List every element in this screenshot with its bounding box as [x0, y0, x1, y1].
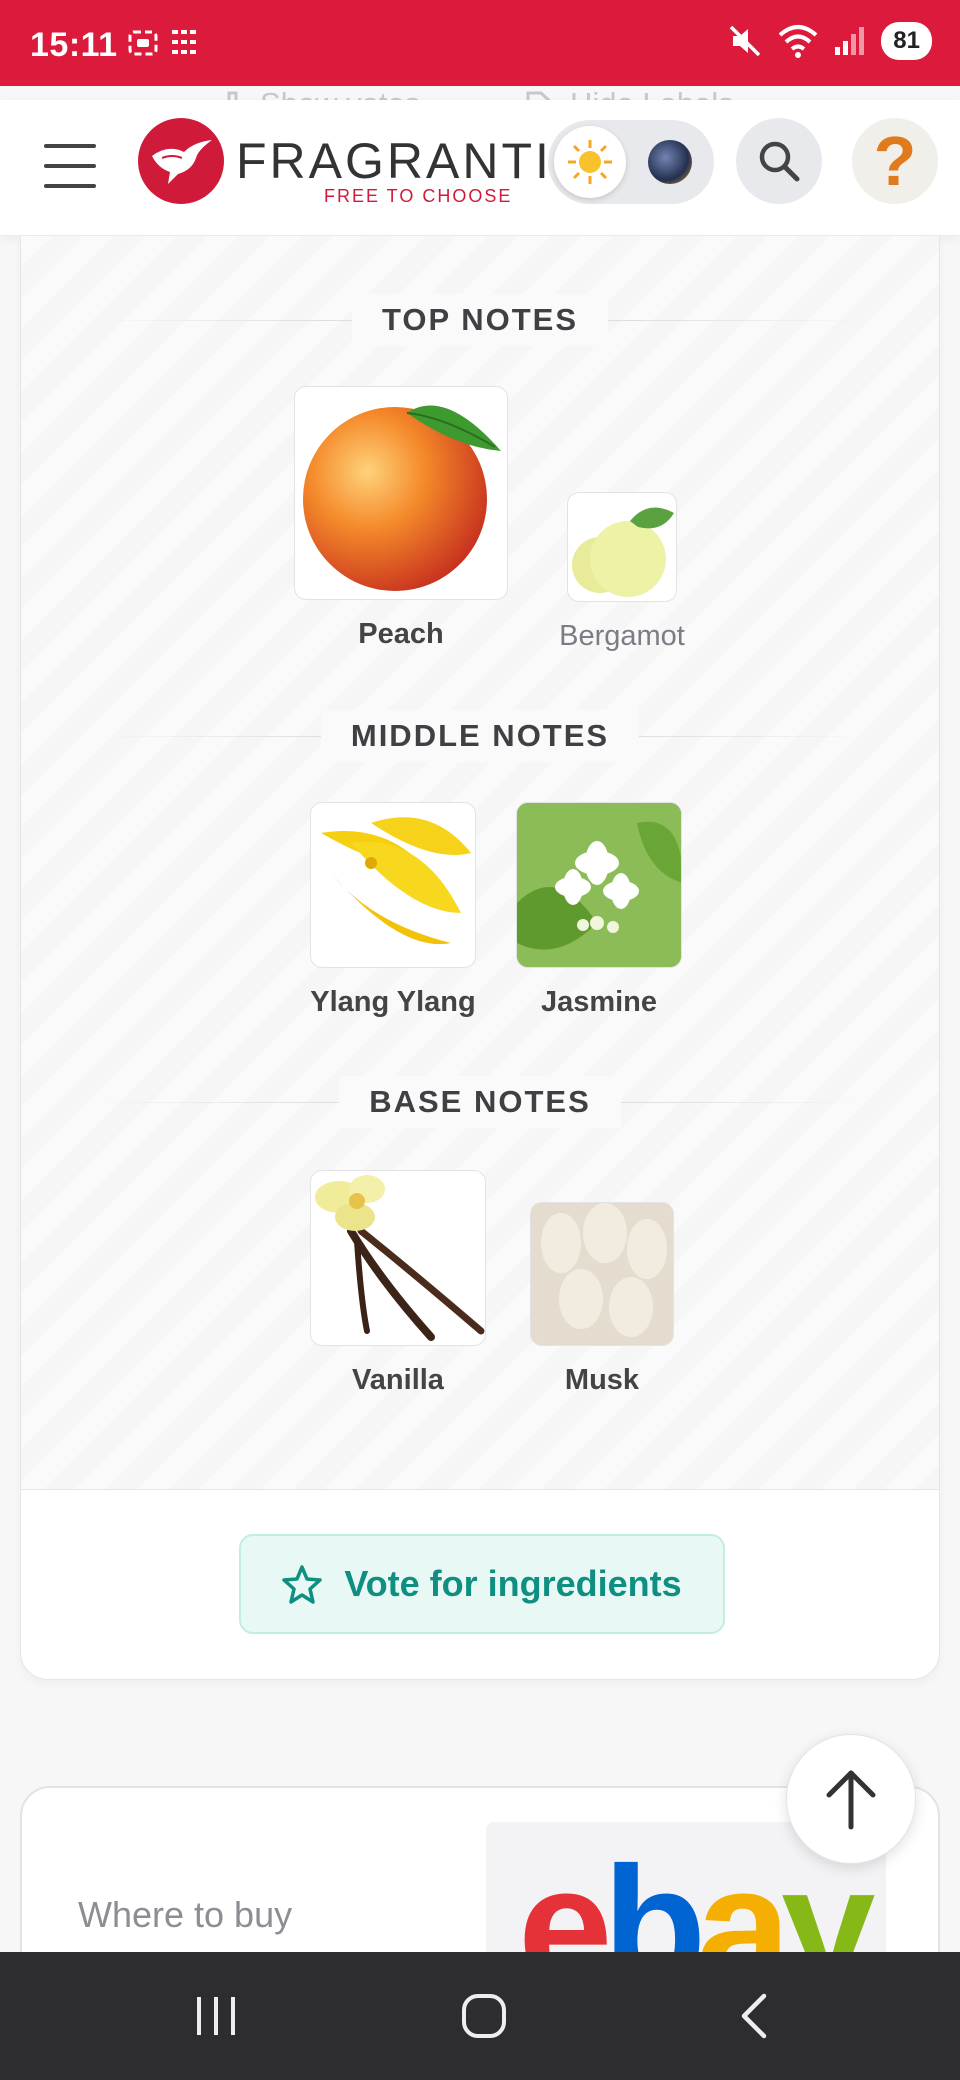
note-vanilla[interactable]: Vanilla [293, 1170, 503, 1397]
note-label: Jasmine [540, 986, 658, 1018]
home-icon [462, 1994, 506, 2038]
screenshot-icon [128, 30, 158, 56]
arrow-up-icon [826, 1770, 876, 1830]
top-notes-heading: TOP NOTES [21, 294, 939, 346]
site-header: FRAGRANTIC FREE TO CHOOSE ? [0, 100, 960, 236]
scroll-to-top-button[interactable] [786, 1734, 916, 1864]
signal-icon [835, 27, 865, 55]
menu-bar-icon [44, 144, 96, 148]
help-avatar-button[interactable]: ? [852, 118, 938, 204]
note-label: Ylang Ylang [310, 986, 476, 1018]
back-button[interactable] [714, 1986, 794, 2046]
vote-label: Vote for ingredients [344, 1563, 682, 1604]
note-ylang-ylang[interactable]: Ylang Ylang [293, 802, 493, 1019]
recent-apps-icon [197, 1997, 235, 2035]
note-label: Vanilla [352, 1364, 444, 1396]
base-notes-title: BASE NOTES [339, 1076, 621, 1128]
note-label: Bergamot [559, 620, 685, 652]
status-right-icons: 81 [727, 22, 932, 60]
menu-bar-icon [44, 164, 96, 168]
middle-notes-heading: MIDDLE NOTES [21, 710, 939, 762]
top-notes-title: TOP NOTES [351, 294, 608, 346]
search-icon [759, 141, 800, 182]
star-icon [282, 1565, 323, 1604]
base-notes-heading: BASE NOTES [21, 1076, 939, 1128]
status-time: 15:11 [30, 26, 118, 64]
logo-tagline: FREE TO CHOOSE [324, 186, 513, 206]
battery-indicator: 81 [881, 22, 932, 60]
search-button[interactable] [736, 118, 822, 204]
jasmine-image [516, 802, 682, 968]
note-peach[interactable]: Peach [291, 386, 511, 651]
note-label: Peach [358, 618, 444, 650]
note-musk[interactable]: Musk [507, 1202, 697, 1397]
page: 15:11 81 FRAGRANTIC FREE TO CHOOSE ? TOP… [0, 0, 960, 2080]
ylang-ylang-image [310, 802, 476, 968]
moon-icon [648, 140, 692, 184]
vanilla-image [310, 1170, 486, 1346]
back-arrow-icon [741, 1993, 767, 2039]
musk-image [530, 1202, 674, 1346]
status-bar: 15:11 81 [0, 0, 960, 86]
note-label: Musk [564, 1364, 640, 1396]
hummingbird-logo-icon[interactable] [138, 118, 224, 204]
where-to-buy-label: Where to buy [78, 1894, 293, 1935]
notes-pyramid: TOP NOTES Peach Bergamot MIDDLE NOTES Yl… [21, 236, 939, 1490]
wifi-icon [778, 25, 818, 58]
sun-icon [554, 126, 626, 198]
logo-wordmark[interactable]: FRAGRANTIC [236, 132, 591, 190]
note-bergamot[interactable]: Bergamot [537, 492, 707, 653]
hamburger-menu-button[interactable] [44, 144, 96, 188]
status-left-icons [126, 26, 200, 60]
peach-image [294, 386, 508, 600]
theme-toggle[interactable] [548, 120, 714, 204]
home-button[interactable] [444, 1986, 524, 2046]
recent-apps-button[interactable] [176, 1986, 256, 2046]
middle-notes-title: MIDDLE NOTES [320, 710, 640, 762]
card-divider [21, 1489, 939, 1490]
vote-for-ingredients-button[interactable]: Vote for ingredients [239, 1534, 725, 1634]
bergamot-image [567, 492, 677, 602]
mute-icon [730, 25, 761, 57]
menu-bar-icon [44, 184, 96, 188]
note-jasmine[interactable]: Jasmine [499, 802, 699, 1019]
news-icon [172, 30, 196, 54]
android-nav-bar [0, 1952, 960, 2080]
notes-card: TOP NOTES Peach Bergamot MIDDLE NOTES Yl… [20, 236, 940, 1680]
